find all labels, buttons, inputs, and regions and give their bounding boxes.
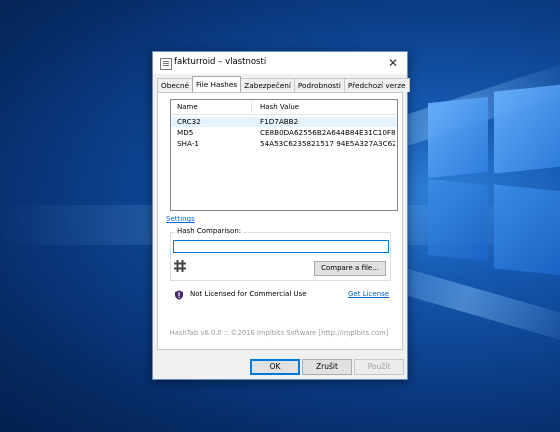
windows-logo-pane xyxy=(494,84,560,174)
hash-name: CRC32 xyxy=(177,117,201,126)
tab-strip: Obecné File Hashes Zabezpečení Podrobnos… xyxy=(157,76,410,92)
hash-row-sha1[interactable]: SHA-1 54A53C6235821517 94E5A327A3C62D xyxy=(171,139,397,149)
tab-previous-versions[interactable]: Předchozí verze xyxy=(343,78,410,92)
hash-value: 54A53C6235821517 94E5A327A3C62D xyxy=(260,139,395,148)
hash-comparison-input[interactable] xyxy=(173,240,389,253)
settings-link[interactable]: Settings xyxy=(166,215,195,223)
hash-value: CE8B0DA62556B2A644B84E31C10F8 xyxy=(260,128,395,137)
windows-logo-pane xyxy=(494,184,560,276)
hash-row-md5[interactable]: MD5 CE8B0DA62556B2A644B84E31C10F8 xyxy=(171,128,397,138)
hash-list[interactable]: Name Hash Value CRC32 F1D7ABB2 MD5 CE8B0… xyxy=(170,99,398,211)
hash-row-crc32[interactable]: CRC32 F1D7ABB2 xyxy=(171,117,397,127)
compare-file-button[interactable]: Compare a file... xyxy=(314,261,386,276)
ok-button[interactable]: OK xyxy=(250,359,300,375)
column-header-name[interactable]: Name xyxy=(177,100,198,114)
windows-logo-pane xyxy=(428,96,488,179)
cancel-button[interactable]: Zrušit xyxy=(302,359,352,375)
column-header-hash-value[interactable]: Hash Value xyxy=(260,100,299,114)
tab-general[interactable]: Obecné xyxy=(157,78,193,92)
window-title: fakturroid – vlastnosti xyxy=(174,57,267,67)
windows-logo-pane xyxy=(428,178,488,262)
title-bar[interactable]: fakturroid – vlastnosti ✕ xyxy=(153,52,407,74)
hash-value: F1D7ABB2 xyxy=(260,117,299,126)
hash-name: SHA-1 xyxy=(177,139,199,148)
column-divider[interactable] xyxy=(251,101,252,113)
apply-button[interactable]: Použít xyxy=(354,359,404,375)
get-license-link[interactable]: Get License xyxy=(348,290,389,298)
tab-file-hashes[interactable]: File Hashes xyxy=(192,76,242,92)
hash-name: MD5 xyxy=(177,128,194,137)
tab-security[interactable]: Zabezpečení xyxy=(240,78,295,92)
tab-details[interactable]: Podrobnosti xyxy=(293,78,345,92)
hash-list-header: Name Hash Value xyxy=(171,100,397,115)
close-button[interactable]: ✕ xyxy=(379,52,407,74)
file-icon xyxy=(160,58,172,70)
